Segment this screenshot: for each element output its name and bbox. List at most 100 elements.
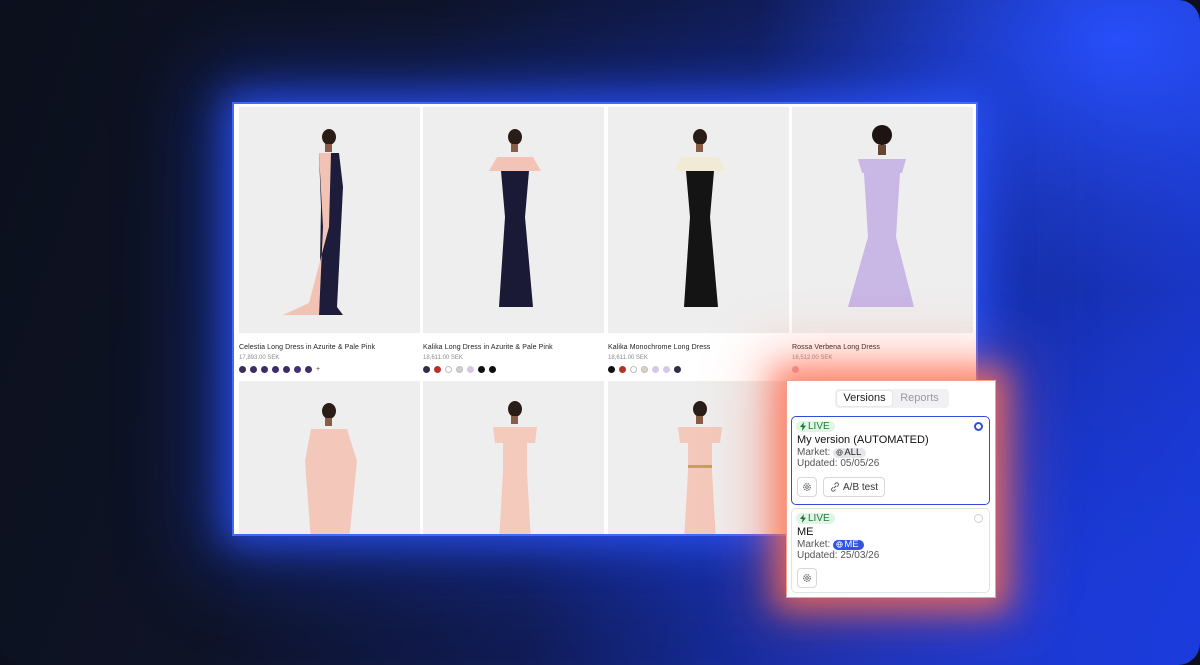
bolt-icon bbox=[800, 514, 806, 523]
dress-belt bbox=[688, 465, 712, 468]
product-name[interactable]: Kalika Monochrome Long Dress bbox=[608, 344, 789, 351]
dress-body bbox=[305, 429, 357, 534]
settings-button[interactable] bbox=[797, 568, 817, 588]
version-card[interactable]: LIVE ME Market: ME Updated: 25/03/26 bbox=[791, 508, 990, 593]
product-card[interactable]: Kalika Monochrome Long Dress 18,611.00 S… bbox=[608, 107, 789, 373]
dress-body bbox=[684, 171, 718, 307]
product-image[interactable] bbox=[608, 107, 789, 333]
color-swatches: + bbox=[239, 365, 420, 373]
dress-body bbox=[678, 427, 722, 534]
product-price: 17,893.00 SEK bbox=[239, 355, 280, 361]
swatch[interactable] bbox=[423, 365, 430, 373]
product-price: 18,611.00 SEK bbox=[423, 355, 463, 361]
swatch[interactable] bbox=[434, 365, 441, 373]
product-image[interactable] bbox=[792, 107, 973, 333]
dress-bodice bbox=[858, 159, 906, 173]
product-name[interactable]: Rossa Verbena Long Dress bbox=[792, 344, 973, 351]
versions-panel: Versions Reports LIVE My version (AUTOMA… bbox=[786, 380, 996, 598]
dress-body bbox=[493, 427, 537, 534]
swatch[interactable] bbox=[261, 365, 268, 373]
dress-illustration bbox=[283, 129, 343, 315]
swatch[interactable] bbox=[641, 365, 648, 373]
swatch[interactable] bbox=[305, 365, 312, 373]
product-name[interactable]: Celestia Long Dress in Azurite & Pale Pi… bbox=[239, 344, 420, 351]
dress-illustration bbox=[305, 403, 357, 534]
version-market: Market: ALL bbox=[797, 446, 867, 458]
product-price: 18,611.00 SEK bbox=[608, 355, 648, 361]
dress-body bbox=[499, 171, 533, 307]
swatch[interactable] bbox=[478, 365, 485, 373]
version-radio[interactable] bbox=[974, 514, 983, 523]
swatch[interactable] bbox=[792, 365, 799, 373]
swatch[interactable] bbox=[250, 365, 257, 373]
product-image[interactable] bbox=[239, 107, 420, 333]
swatch[interactable] bbox=[294, 365, 301, 373]
version-radio[interactable] bbox=[974, 422, 983, 431]
dress-illustration bbox=[489, 129, 541, 307]
more-colors[interactable]: + bbox=[316, 366, 320, 373]
version-title: My version (AUTOMATED) bbox=[797, 434, 929, 446]
dress-illustration bbox=[678, 401, 722, 534]
version-updated: Updated: 05/05/26 bbox=[797, 458, 880, 469]
ab-test-label: A/B test bbox=[843, 481, 879, 493]
dress-skirt bbox=[848, 173, 914, 307]
dress-illustration bbox=[493, 401, 537, 534]
globe-icon bbox=[836, 449, 843, 456]
market-label: Market: bbox=[797, 447, 831, 458]
globe-icon bbox=[836, 541, 843, 548]
swatch[interactable] bbox=[283, 365, 290, 373]
product-card[interactable]: Kalika Long Dress in Azurite & Pale Pink… bbox=[423, 107, 604, 373]
product-price: 16,512.00 SEK bbox=[792, 355, 833, 361]
live-badge: LIVE bbox=[796, 421, 835, 432]
dress-cape bbox=[674, 157, 726, 171]
product-image[interactable] bbox=[239, 381, 420, 534]
tab-versions[interactable]: Versions bbox=[837, 391, 892, 406]
product-card[interactable]: Rossa Verbena Long Dress 16,512.00 SEK bbox=[792, 107, 973, 373]
swatch[interactable] bbox=[445, 365, 452, 373]
dress-illustration bbox=[848, 125, 914, 307]
settings-button[interactable] bbox=[797, 477, 817, 497]
swatch[interactable] bbox=[272, 365, 279, 373]
link-icon bbox=[831, 482, 839, 492]
product-name[interactable]: Kalika Long Dress in Azurite & Pale Pink bbox=[423, 344, 604, 351]
swatch[interactable] bbox=[489, 365, 496, 373]
swatch[interactable] bbox=[467, 365, 474, 373]
product-image[interactable] bbox=[608, 381, 789, 534]
color-swatches bbox=[608, 365, 789, 373]
dress-cape bbox=[489, 157, 541, 171]
version-title: ME bbox=[797, 526, 814, 538]
product-card[interactable] bbox=[423, 381, 604, 534]
background-stage: Celestia Long Dress in Azurite & Pale Pi… bbox=[0, 0, 1200, 665]
product-card[interactable] bbox=[239, 381, 420, 534]
market-badge: ME bbox=[833, 538, 864, 550]
color-swatches bbox=[792, 365, 973, 373]
color-swatches bbox=[423, 365, 604, 373]
product-image[interactable] bbox=[423, 107, 604, 333]
version-updated: Updated: 25/03/26 bbox=[797, 550, 880, 561]
tab-reports[interactable]: Reports bbox=[892, 391, 947, 406]
gear-icon bbox=[803, 483, 811, 491]
dress-illustration bbox=[674, 129, 726, 307]
live-badge: LIVE bbox=[796, 513, 835, 524]
swatch[interactable] bbox=[608, 365, 615, 373]
swatch[interactable] bbox=[239, 365, 246, 373]
swatch[interactable] bbox=[652, 365, 659, 373]
product-image[interactable] bbox=[423, 381, 604, 534]
swatch[interactable] bbox=[456, 365, 463, 373]
market-value: ALL bbox=[844, 446, 862, 458]
ab-test-button[interactable]: A/B test bbox=[823, 477, 886, 497]
product-card[interactable] bbox=[608, 381, 789, 534]
market-label: Market: bbox=[797, 539, 831, 550]
live-label: LIVE bbox=[808, 513, 830, 524]
live-label: LIVE bbox=[808, 421, 830, 432]
swatch[interactable] bbox=[619, 365, 626, 373]
swatch[interactable] bbox=[674, 365, 681, 373]
version-card[interactable]: LIVE My version (AUTOMATED) Market: ALL … bbox=[791, 416, 990, 505]
swatch[interactable] bbox=[630, 365, 637, 373]
market-badge: ALL bbox=[833, 446, 867, 458]
bolt-icon bbox=[800, 422, 806, 431]
market-value: ME bbox=[844, 538, 859, 550]
swatch[interactable] bbox=[663, 365, 670, 373]
version-market: Market: ME bbox=[797, 539, 864, 550]
product-card[interactable]: Celestia Long Dress in Azurite & Pale Pi… bbox=[239, 107, 420, 373]
